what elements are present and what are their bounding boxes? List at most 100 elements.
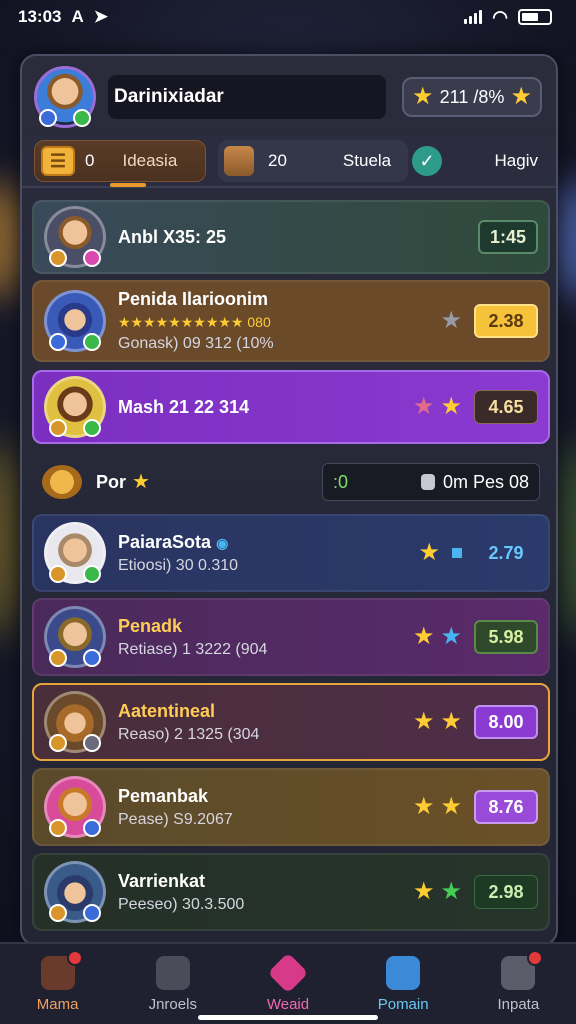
star-icon: ★: [440, 793, 462, 820]
nav-jnroels[interactable]: Jnroels: [123, 955, 223, 1013]
player-name: Mash 21 22 314: [118, 396, 250, 417]
player-name: Pemanbak: [118, 785, 209, 806]
star-icon: ★: [412, 393, 435, 420]
value-badge: 1:45: [478, 220, 538, 254]
chat-icon: [501, 949, 544, 990]
tab-label: Stuela: [342, 151, 392, 170]
player-stats: Etioosi) 30 0.310: [118, 556, 239, 574]
online-badge-icon: [73, 109, 91, 127]
avatar: [44, 376, 106, 438]
status-carrier: A: [71, 7, 84, 26]
list-item[interactable]: Pemanbak Pease) S9.2067 ★ ★ 8.76: [32, 768, 550, 846]
avatar: [44, 606, 106, 668]
tab-ideasia[interactable]: ☰ 0 Ideasia: [34, 140, 206, 187]
player-name: Anbl X35: 25: [118, 226, 227, 247]
tab-count: 20: [268, 151, 287, 170]
list-item[interactable]: Aatentineal Reaso) 2 1325 (304 ★ ★ 8.00: [32, 683, 550, 761]
value-badge: 2.79: [488, 542, 524, 563]
avatar[interactable]: [34, 66, 96, 128]
player-stats: Peeseo) 30.3.500: [118, 895, 245, 913]
summary-value: :0: [333, 471, 349, 492]
ticket-icon: [386, 955, 421, 990]
gift-icon: [224, 146, 254, 176]
tab-label: Ideasia: [122, 151, 178, 170]
nav-home[interactable]: Mama: [8, 949, 108, 1013]
tab-label: Hagiv: [494, 151, 538, 170]
list-item[interactable]: Penida Ilarioonim ★★★★★★★★★★ 080 Gonask)…: [32, 280, 550, 362]
avatar: [44, 776, 106, 838]
wifi-icon: ◠: [492, 6, 508, 27]
leaderboard-panel: Darinixiadar ★ 211 /8% ★ ☰ 0 Ideasia 20 …: [20, 54, 558, 946]
avatar: [44, 861, 106, 923]
avatar: [44, 522, 106, 584]
status-time: 13:03: [18, 7, 62, 26]
status-bar: 13:03 A ➤ ◠: [0, 0, 576, 34]
square-icon: [452, 548, 462, 558]
player-stats: Retiase) 1 3222 (904: [118, 640, 268, 658]
star-icon: ★: [510, 83, 532, 110]
player-stats: Gonask) 09 312 (10%: [118, 335, 274, 352]
username-text: Darinixiadar: [114, 86, 224, 107]
tab-stuela[interactable]: 20 Stuela: [218, 140, 408, 182]
list-item[interactable]: Mash 21 22 314 ★ ★ 4.65: [32, 370, 550, 444]
value-badge: 2.38: [474, 304, 538, 338]
list-item[interactable]: Varrienkat Peeseo) 30.3.500 ★ ★ 2.98: [32, 853, 550, 931]
home-indicator: [198, 1015, 378, 1020]
score-value: 211 /8%: [439, 86, 505, 107]
value-badge: 8.00: [474, 705, 538, 739]
check-icon: ✓: [412, 146, 442, 176]
value-badge: 4.65: [474, 390, 538, 424]
avatar: [44, 206, 106, 268]
house-icon: [155, 955, 190, 990]
level-badge-icon: [39, 109, 57, 127]
rank-separator: Por ★ :0 0m Pes 08: [32, 454, 550, 510]
list-item[interactable]: PaiaraSota ◉ Etioosi) 30 0.310 ★ 2.79: [32, 514, 550, 592]
star-icon: ★: [412, 878, 435, 905]
player-stats: Pease) S9.2067: [118, 810, 233, 828]
list-item[interactable]: Anbl X35: 25 1:45: [32, 200, 550, 274]
star-icon: ★: [440, 393, 462, 420]
location-icon: ➤: [93, 7, 109, 26]
summary-label: 0m Pes 08: [442, 471, 529, 492]
lock-icon: [420, 474, 435, 490]
star-icon: ★: [440, 708, 462, 735]
check-shield-icon: [267, 952, 309, 993]
username-field: Darinixiadar: [108, 75, 386, 119]
player-name: Varrienkat: [118, 870, 206, 891]
value-badge: 8.76: [474, 790, 538, 824]
nav-weaid[interactable]: Weaid: [238, 952, 338, 1013]
nav-pomain[interactable]: Pomain: [353, 955, 453, 1013]
player-name: Penadk: [118, 615, 183, 636]
battery-icon: [518, 9, 552, 25]
value-badge: 5.98: [474, 620, 538, 654]
player-stats: Reaso) 2 1325 (304: [118, 725, 260, 743]
nav-inpata[interactable]: Inpata: [468, 949, 568, 1013]
tab-count: 0: [85, 151, 95, 170]
avatar: [44, 290, 106, 352]
star-icon: ★: [440, 623, 462, 650]
separator-label: Por: [96, 471, 127, 492]
value-badge: 2.98: [474, 875, 538, 909]
tab-bar: ☰ 0 Ideasia 20 Stuela ✓ Hagiv: [22, 136, 556, 188]
bottom-nav: Mama Jnroels Weaid Pomain Inpata: [0, 942, 576, 1024]
star-icon: ★: [132, 471, 150, 493]
star-icon: ★: [412, 83, 434, 110]
tab-hagiv[interactable]: ✓ Hagiv: [408, 140, 548, 182]
rating-line: ★★★★★★★★★★ 080: [118, 314, 271, 330]
medal-icon: [42, 465, 82, 499]
player-name: PaiaraSota ◉: [118, 531, 229, 552]
signal-icon: [464, 10, 483, 24]
score-badge[interactable]: ★ 211 /8% ★: [402, 77, 542, 117]
coin-icon: ☰: [41, 146, 75, 176]
star-icon: ★: [418, 539, 440, 566]
star-icon: ★: [412, 623, 435, 650]
avatar: [44, 691, 106, 753]
player-name: Penida Ilarioonim: [118, 289, 269, 309]
list-item[interactable]: Penadk Retiase) 1 3222 (904 ★ ★ 5.98: [32, 598, 550, 676]
profile-header: Darinixiadar ★ 211 /8% ★: [34, 64, 546, 130]
player-name: Aatentineal: [118, 700, 216, 721]
rank-summary: :0 0m Pes 08: [322, 463, 540, 501]
home-icon: [40, 949, 83, 990]
star-icon: ★: [412, 708, 435, 735]
star-icon: ★: [440, 307, 462, 334]
